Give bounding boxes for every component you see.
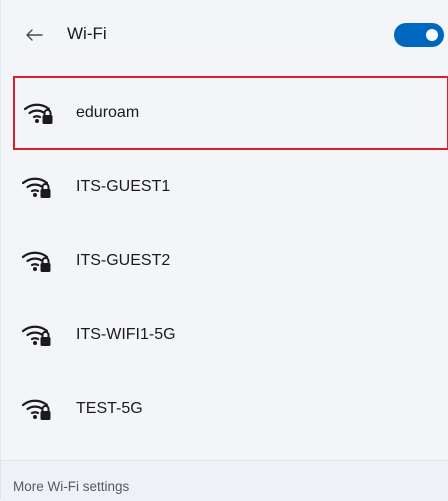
network-item-test-5g[interactable]: TEST-5G	[1, 372, 448, 446]
network-item-its-wifi1-5g[interactable]: ITS-WIFI1-5G	[1, 298, 448, 372]
network-label: TEST-5G	[76, 400, 143, 417]
wifi-secured-icon	[23, 103, 53, 124]
arrow-left-icon	[26, 29, 43, 41]
network-label: eduroam	[76, 104, 140, 121]
network-label: ITS-WIFI1-5G	[76, 326, 176, 343]
network-item-its-guest2[interactable]: ITS-GUEST2	[1, 224, 448, 298]
wifi-panel: Wi-Fi eduroam ITS-GUEST1 ITS-GUEST2 ITS-…	[0, 0, 448, 501]
wifi-secured-icon	[21, 399, 51, 420]
network-label: ITS-GUEST2	[76, 252, 171, 269]
more-wifi-settings-link[interactable]: More Wi-Fi settings	[13, 479, 129, 494]
network-label: ITS-GUEST1	[76, 178, 171, 195]
footer: More Wi-Fi settings	[1, 460, 448, 501]
page-title: Wi-Fi	[67, 24, 107, 43]
wifi-secured-icon	[21, 325, 51, 346]
toggle-knob	[426, 29, 438, 41]
wifi-toggle[interactable]	[394, 23, 444, 47]
network-list: eduroam ITS-GUEST1 ITS-GUEST2 ITS-WIFI1-…	[1, 76, 448, 446]
network-item-its-guest1[interactable]: ITS-GUEST1	[1, 150, 448, 224]
wifi-secured-icon	[21, 177, 51, 198]
network-item-eduroam[interactable]: eduroam	[13, 76, 448, 150]
wifi-header: Wi-Fi	[1, 0, 448, 70]
back-button[interactable]	[21, 22, 49, 48]
wifi-secured-icon	[21, 251, 51, 272]
